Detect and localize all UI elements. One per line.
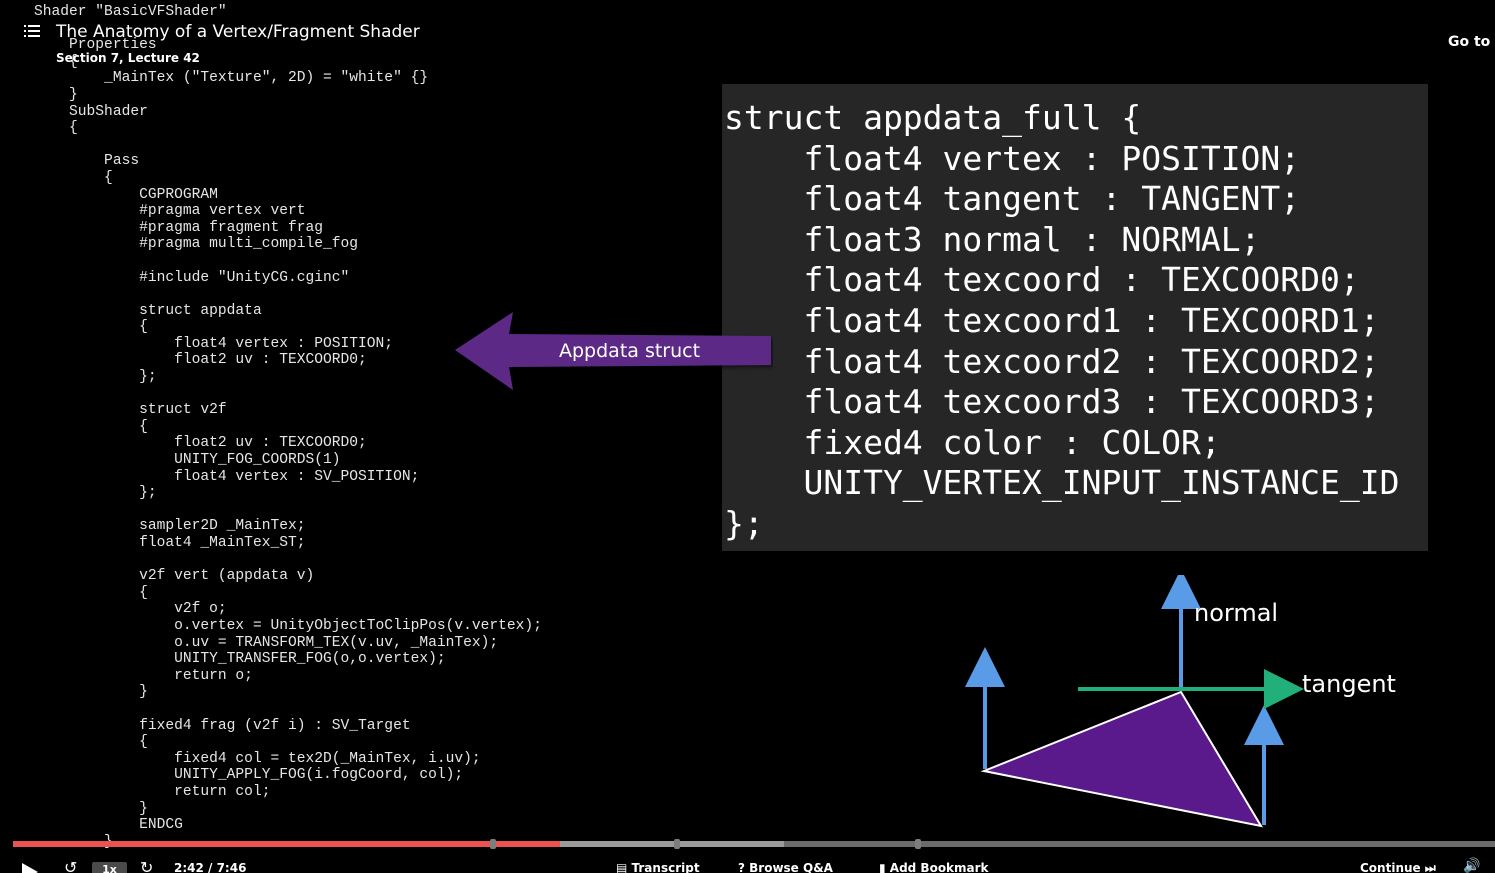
time-display: 2:42 / 7:46	[174, 861, 247, 873]
struct-line: float4 texcoord1 : TEXCOORD1;	[724, 300, 1380, 340]
code-listing: Shader "BasicVFShader" Properties { _Mai…	[34, 4, 542, 850]
volume-icon[interactable]: 🔊	[1463, 858, 1480, 873]
progress-played	[13, 841, 560, 847]
struct-panel: struct appdata_full { float4 vertex : PO…	[722, 84, 1428, 551]
normal-label: normal	[1194, 599, 1279, 627]
code-line: {	[34, 120, 78, 137]
question-icon: ?	[738, 861, 750, 873]
add-bookmark-label: Add Bookmark	[889, 861, 989, 873]
code-line: v2f o;	[34, 601, 227, 618]
code-line: struct v2f	[34, 402, 227, 419]
code-line: {	[34, 584, 148, 601]
list-menu-icon[interactable]	[24, 24, 40, 38]
code-line: _MainTex ("Texture", 2D) = "white" {}	[34, 70, 429, 87]
skip-next-icon: ⏭	[1420, 861, 1436, 873]
code-line: UNITY_TRANSFER_FOG(o,o.vertex);	[34, 651, 446, 668]
browse-qa-button[interactable]: ? Browse Q&A	[738, 861, 833, 873]
appdata-callout: Appdata struct	[455, 312, 773, 392]
go-to-link[interactable]: Go to l	[1448, 34, 1495, 50]
code-line: v2f vert (appdata v)	[34, 568, 315, 585]
player-controls: ↺ 1x ↻ 2:42 / 7:46 ▤ Transcript ? Browse…	[0, 855, 1495, 873]
struct-line: float4 texcoord3 : TEXCOORD3;	[724, 382, 1380, 422]
code-line: {	[34, 734, 148, 751]
code-line: #pragma multi_compile_fog	[34, 236, 359, 253]
code-line: return o;	[34, 667, 253, 684]
struct-line: struct appdata_full {	[724, 98, 1142, 137]
code-line: {	[34, 418, 148, 435]
code-line: };	[34, 485, 157, 502]
rewind-icon[interactable]: ↺	[64, 858, 77, 873]
struct-code: struct appdata_full { float4 vertex : PO…	[724, 98, 1400, 545]
code-line: fixed4 col = tex2D(_MainTex, i.uv);	[34, 750, 481, 767]
code-line: ENDCG	[34, 817, 183, 834]
code-line: {	[34, 169, 113, 186]
transcript-icon: ▤	[616, 861, 632, 873]
struct-line: fixed4 color : COLOR;	[724, 422, 1221, 462]
code-line: float2 uv : TEXCOORD0;	[34, 435, 367, 452]
continue-label: Continue	[1360, 861, 1421, 873]
code-line: Pass	[34, 153, 140, 170]
code-line: Shader "BasicVFShader"	[34, 4, 227, 20]
browse-qa-label: Browse Q&A	[749, 861, 833, 873]
code-line: UNITY_APPLY_FOG(i.fogCoord, col);	[34, 767, 464, 784]
code-line: o.uv = TRANSFORM_TEX(v.uv, _MainTex);	[34, 634, 499, 651]
code-line: }	[34, 800, 148, 817]
code-line: SubShader	[34, 103, 148, 120]
code-line: #include "UnityCG.cginc"	[34, 269, 350, 286]
play-icon[interactable]	[22, 863, 38, 873]
code-line: o.vertex = UnityObjectToClipPos(v.vertex…	[34, 617, 542, 634]
triangle-face	[980, 690, 1264, 828]
struct-line: UNITY_VERTEX_INPUT_INSTANCE_ID	[724, 463, 1400, 503]
continue-button[interactable]: Continue ⏭	[1360, 861, 1436, 873]
struct-line: float4 vertex : POSITION;	[724, 138, 1301, 178]
code-line: CGPROGRAM	[34, 186, 218, 203]
playback-speed-button[interactable]: 1x	[92, 862, 127, 873]
callout-label: Appdata struct	[559, 340, 701, 362]
progress-bar[interactable]	[13, 839, 1495, 849]
transcript-button[interactable]: ▤ Transcript	[616, 861, 700, 873]
code-line: float4 vertex : SV_POSITION;	[34, 468, 420, 485]
code-line: }	[34, 86, 78, 103]
struct-line: float3 normal : NORMAL;	[724, 219, 1261, 259]
code-line: return col;	[34, 783, 271, 800]
chapter-marker[interactable]	[490, 839, 496, 849]
code-line: }	[34, 684, 148, 701]
code-line: float4 _MainTex_ST;	[34, 535, 306, 551]
forward-icon[interactable]: ↻	[140, 858, 153, 873]
struct-line: float4 tangent : TANGENT;	[724, 179, 1301, 219]
add-bookmark-button[interactable]: ▮ Add Bookmark	[879, 861, 989, 873]
lecture-title: The Anatomy of a Vertex/Fragment Shader	[56, 22, 420, 42]
struct-line: float4 texcoord : TEXCOORD0;	[724, 260, 1360, 300]
code-line: #pragma fragment frag	[34, 219, 324, 236]
transcript-label: Transcript	[631, 861, 700, 873]
code-line: fixed4 frag (v2f i) : SV_Target	[34, 717, 411, 734]
lecture-subtitle: Section 7, Lecture 42	[56, 51, 200, 65]
code-line: sampler2D _MainTex;	[34, 518, 306, 535]
struct-line: };	[724, 503, 764, 543]
code-line: UNITY_FOG_COORDS(1)	[34, 452, 341, 469]
chapter-marker[interactable]	[674, 839, 680, 849]
code-line: #pragma vertex vert	[34, 203, 306, 220]
normal-tangent-diagram: normal tangent	[960, 575, 1440, 835]
video-player[interactable]: Shader "BasicVFShader" Properties { _Mai…	[0, 0, 1495, 873]
chapter-marker[interactable]	[915, 839, 921, 849]
tangent-label: tangent	[1302, 670, 1396, 698]
struct-line: float4 texcoord2 : TEXCOORD2;	[724, 341, 1380, 381]
bookmark-icon: ▮	[879, 861, 890, 873]
